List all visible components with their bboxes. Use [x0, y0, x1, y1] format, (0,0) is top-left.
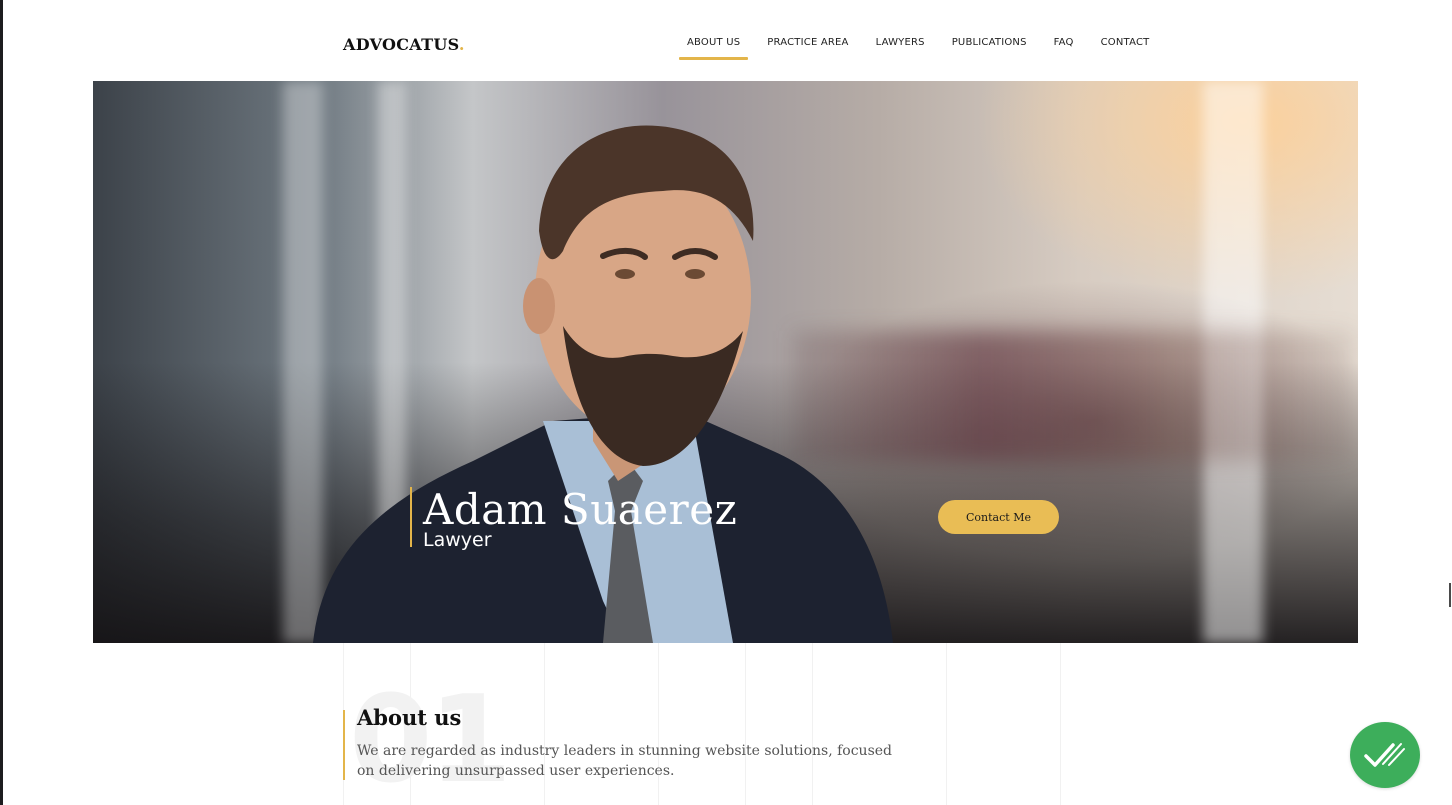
hero-banner: Adam Suaerez Lawyer Contact Me: [93, 81, 1358, 643]
grid-line: [946, 643, 947, 805]
lawyer-name: Adam Suaerez: [423, 485, 738, 534]
grid-line: [1060, 643, 1061, 805]
nav-item-lawyers[interactable]: LAWYERS: [868, 37, 933, 48]
nav-item-about-us[interactable]: ABOUT US: [679, 37, 749, 60]
about-title: About us: [357, 705, 462, 730]
about-section: 01 About us We are regarded as industry …: [93, 643, 1358, 805]
nav-item-practice-area[interactable]: PRACTICE AREA: [759, 37, 856, 48]
browser-viewport: ADVOCATUS. ABOUT US PRACTICE AREA LAWYER…: [0, 0, 1452, 805]
top-nav: ADVOCATUS. ABOUT US PRACTICE AREA LAWYER…: [93, 9, 1358, 81]
accent-bar: [343, 710, 345, 780]
double-check-icon[interactable]: [1350, 722, 1420, 788]
lawyer-name-block: Adam Suaerez Lawyer: [410, 485, 738, 551]
main-menu: ABOUT US PRACTICE AREA LAWYERS PUBLICATI…: [679, 37, 1168, 60]
landing-page: ADVOCATUS. ABOUT US PRACTICE AREA LAWYER…: [93, 9, 1358, 805]
window-edge: [0, 0, 3, 805]
brand-name: ADVOCATUS: [343, 35, 459, 54]
nav-item-contact[interactable]: CONTACT: [1093, 37, 1158, 48]
nav-item-publications[interactable]: PUBLICATIONS: [944, 37, 1035, 48]
lawyer-portrait: [313, 125, 893, 643]
brand-logo[interactable]: ADVOCATUS.: [343, 35, 465, 54]
about-description: We are regarded as industry leaders in s…: [357, 743, 893, 779]
nav-item-faq[interactable]: FAQ: [1046, 37, 1082, 48]
contact-me-button[interactable]: Contact Me: [938, 500, 1059, 534]
brand-dot: .: [458, 35, 465, 54]
scrollbar-thumb[interactable]: [1449, 583, 1451, 607]
